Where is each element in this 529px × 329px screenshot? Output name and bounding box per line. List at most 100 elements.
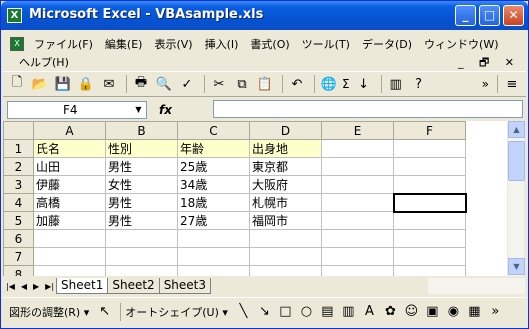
cell[interactable] [177,265,250,276]
cell-c5[interactable]: 27歳 [177,211,250,230]
cell[interactable] [393,265,466,276]
cell-e5[interactable] [321,211,394,230]
help-icon[interactable]: ? [409,74,429,94]
cell-b2[interactable]: 男性 [105,157,178,176]
menu-tools[interactable]: ツール(T) [296,36,356,52]
open-icon[interactable]: 📂 [30,74,50,94]
clipart-icon[interactable]: ☺ [402,302,421,321]
overflow-icon[interactable]: » [486,302,505,321]
cell-f1[interactable] [393,139,466,158]
cell-d2[interactable]: 東京都 [249,157,322,176]
textbox-icon[interactable]: ▤ [318,302,337,321]
sheet-tab-2[interactable]: Sheet2 [107,278,160,294]
select-pointer-icon[interactable]: ↖ [95,302,114,321]
cell-e4[interactable] [321,193,394,212]
workbook-icon[interactable]: X [10,37,24,51]
formula-input[interactable] [213,100,523,118]
first-sheet-icon[interactable]: |◀ [3,282,18,291]
name-box[interactable]: F4 ▼ [7,100,147,119]
cell[interactable] [105,247,178,266]
autoshape-menu[interactable]: オートシェイプ(U) ▾ [125,304,228,320]
menu-edit[interactable]: 編集(E) [99,36,149,52]
hyperlink-icon[interactable]: 🌐 [319,74,339,94]
cell-c1[interactable]: 年齢 [177,139,250,158]
cell[interactable] [105,229,178,248]
insert-function-icon[interactable]: fx [159,103,172,117]
print-icon[interactable]: 🖶 [131,74,151,94]
menu-insert[interactable]: 挿入(I) [199,36,245,52]
new-file-icon[interactable]: 🗋 [7,74,27,94]
cell-d4[interactable]: 札幌市 [249,193,322,212]
worksheet-grid[interactable]: A B C D E F 1 氏名 性別 年齢 出身地 2 山田 男性 25歳 東… [3,121,507,276]
cell[interactable] [33,265,106,276]
cut-icon[interactable]: ✂ [209,74,229,94]
column-header-c[interactable]: C [177,121,250,140]
undo-icon[interactable]: ↶ [287,74,307,94]
cell[interactable] [249,247,322,266]
cell-a4[interactable]: 高橋 [33,193,106,212]
cell-b3[interactable]: 女性 [105,175,178,194]
cell[interactable] [249,265,322,276]
cell-f5[interactable] [393,211,466,230]
cell[interactable] [105,265,178,276]
cell[interactable] [177,247,250,266]
row-header[interactable]: 3 [3,175,34,194]
sheet-tab-3[interactable]: Sheet3 [158,278,212,294]
cell-e3[interactable] [321,175,394,194]
fill-color-icon[interactable]: ◉ [444,302,463,321]
menu-window[interactable]: ウィンドウ(W) [418,36,504,52]
cell[interactable] [393,247,466,266]
column-header-b[interactable]: B [105,121,178,140]
cell[interactable] [321,265,394,276]
cell-f3[interactable] [393,175,466,194]
cell-b1[interactable]: 性別 [105,139,178,158]
next-sheet-icon[interactable]: ▶ [30,282,42,291]
column-header-e[interactable]: E [321,121,394,140]
save-icon[interactable]: 💾 [53,74,73,94]
cell[interactable] [321,247,394,266]
prev-sheet-icon[interactable]: ◀ [18,282,30,291]
menu-format[interactable]: 書式(O) [244,36,295,52]
row-header[interactable]: 1 [3,139,34,158]
column-header-d[interactable]: D [249,121,322,140]
oval-icon[interactable]: ○ [297,302,316,321]
menu-data[interactable]: データ(D) [356,36,418,52]
cell-f2[interactable] [393,157,466,176]
scroll-up-icon[interactable]: ▲ [508,121,525,138]
line-color-icon[interactable]: ▦ [465,302,484,321]
last-sheet-icon[interactable]: ▶| [42,282,57,291]
menu-file[interactable]: ファイル(F) [28,36,99,52]
cell-c3[interactable]: 34歳 [177,175,250,194]
row-header[interactable]: 5 [3,211,34,230]
paste-icon[interactable]: 📋 [255,74,275,94]
cell-a5[interactable]: 加藤 [33,211,106,230]
overflow-icon[interactable]: » [482,77,489,91]
row-header[interactable]: 8 [3,265,34,276]
cell-c4[interactable]: 18歳 [177,193,250,212]
diagram-icon[interactable]: ✿ [381,302,400,321]
close-button[interactable]: ✕ [503,5,524,26]
cell-a2[interactable]: 山田 [33,157,106,176]
cell-e2[interactable] [321,157,394,176]
autosum-icon[interactable]: Σ [342,77,350,91]
cell[interactable] [321,229,394,248]
active-cell-f4[interactable] [392,192,467,213]
excel-app-icon[interactable]: X [7,8,22,23]
copy-icon[interactable]: ⧉ [232,74,252,94]
sort-ascending-icon[interactable]: ↓ [354,74,374,94]
menu-help[interactable]: ヘルプ(H) [13,54,75,70]
cell-d3[interactable]: 大阪府 [249,175,322,194]
cell-b4[interactable]: 男性 [105,193,178,212]
row-header[interactable]: 2 [3,157,34,176]
cell[interactable] [177,229,250,248]
cell[interactable] [33,229,106,248]
scroll-thumb[interactable] [508,141,525,181]
row-header[interactable]: 4 [3,193,34,212]
row-header[interactable]: 6 [3,229,34,248]
spellcheck-icon[interactable]: ✓ [177,74,197,94]
sheet-tab-1[interactable]: Sheet1 [56,278,109,294]
horizontal-scrollbar[interactable] [428,278,525,294]
row-header[interactable]: 7 [3,247,34,266]
cell-b5[interactable]: 男性 [105,211,178,230]
chevron-down-icon[interactable]: ▼ [131,102,146,118]
